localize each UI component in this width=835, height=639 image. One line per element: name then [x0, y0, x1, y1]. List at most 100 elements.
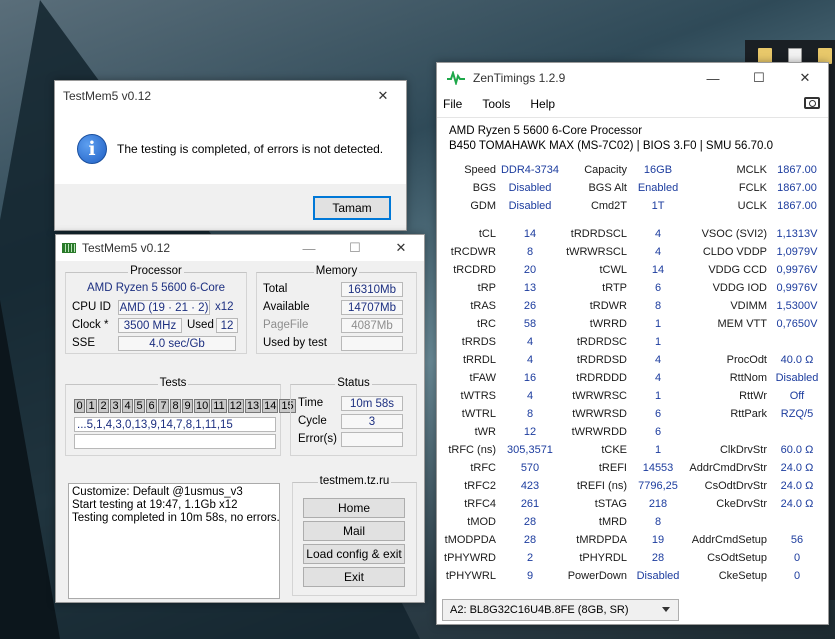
timing-value: 40.0 Ω — [780, 354, 814, 366]
timing-label: Capacity — [584, 164, 627, 176]
timing-value: 14 — [523, 228, 537, 240]
maximize-button[interactable]: ☐ — [736, 63, 782, 93]
dimm-select-value: A2: BL8G32C16U4B.8FE (8GB, SR) — [450, 604, 629, 616]
exit-button[interactable]: Exit — [303, 567, 405, 587]
timing-value: Disabled — [636, 570, 680, 582]
timing-value: 1867.00 — [777, 164, 817, 176]
timing-label: tRDRDSC — [576, 336, 627, 348]
timing-value: 58 — [523, 318, 537, 330]
close-button[interactable]: ✕ — [782, 63, 828, 93]
close-button[interactable]: ✕ — [360, 81, 406, 111]
timing-row: tRAS 26 tRDWR 8 VDIMM 1,5300V — [437, 300, 830, 318]
dimm-select[interactable]: A2: BL8G32C16U4B.8FE (8GB, SR) — [442, 599, 679, 621]
timing-label: tCKE — [601, 444, 627, 456]
timing-value: 1867.00 — [777, 200, 817, 212]
timing-label: VSOC (SVI2) — [701, 228, 767, 240]
menu-help[interactable]: Help — [530, 97, 555, 111]
tests-group: Tests 0 1 2 3 4 5 6 7 8 9 10 11 12 13 14 15 ...5,1,4,3,… — [65, 377, 296, 456]
timing-value: 0,9976V — [776, 282, 818, 294]
timing-label: tPHYWRD — [444, 552, 496, 564]
timing-label: Speed — [464, 164, 496, 176]
timing-label: tRDRDSCL — [570, 228, 627, 240]
timing-value: 4 — [654, 354, 662, 366]
available-field: 14707Mb — [341, 300, 403, 315]
test-cell: 4 — [122, 399, 133, 413]
timing-label: tWRRD — [589, 318, 627, 330]
zen-titlebar[interactable]: ZenTimings 1.2.9 — ☐ ✕ — [437, 63, 828, 93]
test-cell: 7 — [158, 399, 169, 413]
pagefile-field: 4087Mb — [341, 318, 403, 333]
zen-title: ZenTimings 1.2.9 — [473, 71, 566, 85]
testmem-window: TestMem5 v0.12 — ☐ ✕ Processor AMD Ryzen… — [55, 234, 425, 603]
timing-value: 0 — [793, 552, 801, 564]
timing-value: 1 — [654, 444, 662, 456]
minimize-button[interactable]: — — [286, 235, 332, 261]
timing-label: tREFI — [598, 462, 627, 474]
load-config-button[interactable]: Load config & exit — [303, 544, 405, 564]
system-info: AMD Ryzen 5 5600 6-Core Processor B450 T… — [437, 117, 828, 157]
timing-value: 218 — [648, 498, 668, 510]
cycle-label: Cycle — [298, 415, 327, 427]
timing-value: 570 — [520, 462, 540, 474]
timing-label: tREFI (ns) — [576, 480, 627, 492]
timing-label: tRC — [477, 318, 496, 330]
total-label: Total — [263, 283, 288, 295]
timing-label: Cmd2T — [590, 200, 627, 212]
timing-label: tRFC (ns) — [448, 444, 496, 456]
timing-row: tWR 12 tWRWRDD 6 — [437, 426, 830, 444]
timing-label: tWRWRSCL — [566, 246, 627, 258]
timing-label: tRCDRD — [453, 264, 496, 276]
memory-group: Memory Total 16310Mb Available 14707Mb P… — [256, 265, 417, 354]
timing-value: 1 — [654, 336, 662, 348]
timing-label: FCLK — [738, 182, 767, 194]
test-sequence: ...5,1,4,3,0,13,9,14,7,8,1,11,15 — [74, 417, 276, 432]
status-group: Status Time 10m 58s Cycle 3 Error(s) — [290, 377, 417, 456]
timing-value: RZQ/5 — [780, 408, 814, 420]
menu-tools[interactable]: Tools — [482, 97, 510, 111]
timing-value: 28 — [651, 552, 665, 564]
timing-label: tSTAG — [594, 498, 627, 510]
timing-value: 4 — [526, 354, 534, 366]
timing-value: 19 — [651, 534, 665, 546]
timing-value: 7796,25 — [638, 480, 678, 492]
msg-titlebar[interactable]: TestMem5 v0.12 ✕ — [55, 81, 406, 111]
time-field: 10m 58s — [341, 396, 403, 411]
log-group: Customize: Default @1usmus_v3 Start test… — [65, 469, 286, 599]
timing-label: MEM VTT — [717, 318, 768, 330]
timing-value: 24.0 Ω — [780, 480, 814, 492]
zentimings-window: ZenTimings 1.2.9 — ☐ ✕ File Tools Help A… — [436, 62, 829, 625]
timing-row: tWTRL 8 tWRWRSD 6 RttPark RZQ/5 — [437, 408, 830, 426]
timing-label: tWTRL — [461, 408, 496, 420]
timing-row: tPHYWRD 2 tPHYRDL 28 CsOdtSetup 0 — [437, 552, 830, 570]
timing-label: tRAS — [470, 300, 496, 312]
timing-label: PowerDown — [567, 570, 627, 582]
timing-label: VDDG CCD — [708, 264, 767, 276]
ok-button[interactable]: Tamam — [313, 196, 391, 220]
screenshot-camera-icon[interactable] — [804, 97, 820, 109]
cpu-name: AMD Ryzen 5 5600 6-Core Processor — [449, 125, 643, 137]
tests-header: Tests — [157, 377, 189, 389]
timing-label: tRTP — [602, 282, 627, 294]
timing-label: RttPark — [730, 408, 767, 420]
used-field: 12 — [216, 318, 238, 333]
mail-button[interactable]: Mail — [303, 521, 405, 541]
timing-label: CkeSetup — [718, 570, 767, 582]
close-button[interactable]: ✕ — [378, 235, 424, 261]
timing-label: tRDWR — [589, 300, 627, 312]
maximize-button[interactable]: ☐ — [332, 235, 378, 261]
tm-titlebar[interactable]: TestMem5 v0.12 — ☐ ✕ — [56, 235, 424, 261]
timing-value: DDR4-3734 — [500, 164, 560, 176]
minimize-button[interactable]: — — [690, 63, 736, 93]
message-dialog: TestMem5 v0.12 ✕ i The testing is comple… — [54, 80, 407, 231]
timing-label: tWRWRDD — [571, 426, 627, 438]
timing-value: 4 — [526, 390, 534, 402]
timing-label: VDIMM — [730, 300, 767, 312]
timing-value: 0,7650V — [776, 318, 818, 330]
timing-value: 28 — [523, 516, 537, 528]
memory-chip-icon — [62, 243, 76, 253]
timing-row: tPHYWRL 9 PowerDown Disabled CkeSetup 0 — [437, 570, 830, 588]
tm-title: TestMem5 v0.12 — [82, 241, 171, 255]
home-button[interactable]: Home — [303, 498, 405, 518]
menu-file[interactable]: File — [443, 97, 462, 111]
timing-row: tRFC4 261 tSTAG 218 CkeDrvStr 24.0 Ω — [437, 498, 830, 516]
